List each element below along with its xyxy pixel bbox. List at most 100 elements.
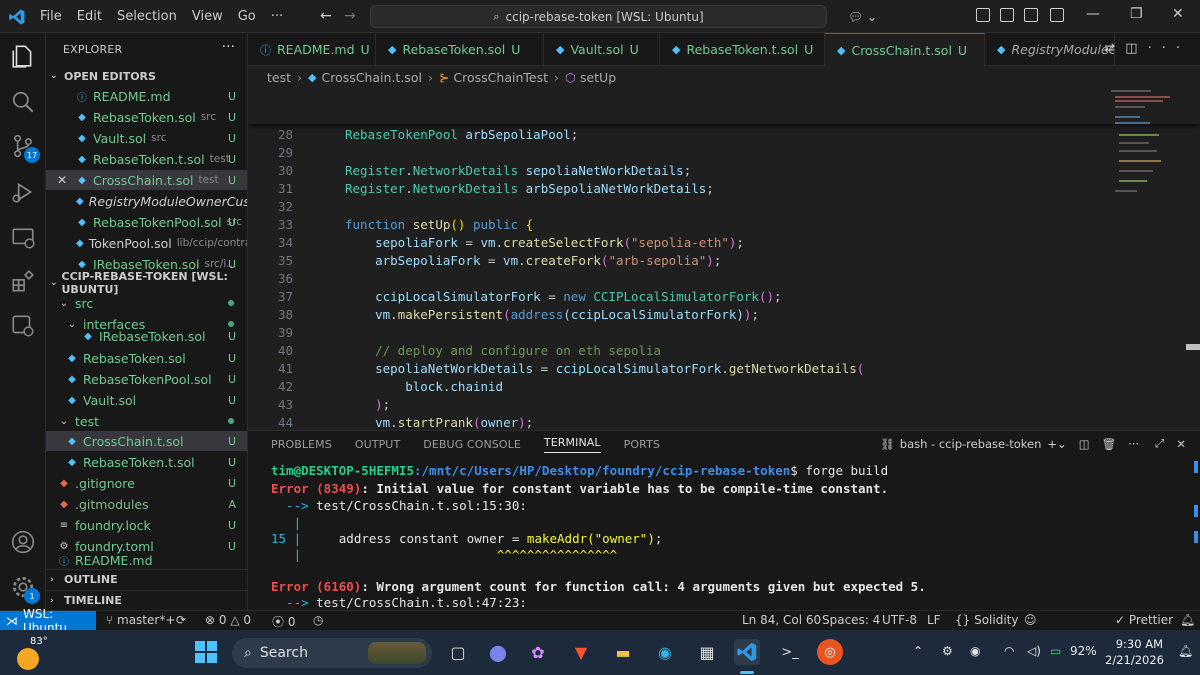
panel-more-icon[interactable]: ··· [1128,437,1139,451]
tab-problems[interactable]: PROBLEMS [271,438,332,451]
open-editor-item[interactable]: ◆ RebaseTokenPool.sol src U [46,212,247,232]
folder-test[interactable]: ⌄ test [46,411,247,431]
open-editor-item[interactable]: ◆ TokenPool.sol lib/ccip/contra... [46,233,247,253]
toggle-sidebar-icon[interactable] [976,8,990,22]
tree-file[interactable]: ⚙ foundry.toml U [46,536,247,556]
close-panel-icon[interactable]: ✕ [1176,437,1186,451]
clock-icon[interactable]: ◷ [313,613,323,627]
ubuntu-app-icon[interactable]: ◎ [817,639,843,665]
tab-crosschain-active[interactable]: ◆ CrossChain.t.sol U [825,33,985,66]
remote-explorer-icon[interactable] [10,225,36,251]
notification-center-icon[interactable]: 🔔︎ [1178,644,1193,658]
tree-file[interactable]: ◆ RebaseToken.sol U [46,348,247,368]
tree-file[interactable]: ◆ RebaseToken.t.sol U [46,452,247,472]
open-editor-item[interactable]: ◆ RebaseToken.sol src U [46,107,247,127]
tab-debug-console[interactable]: DEBUG CONSOLE [423,438,521,451]
tab-registry[interactable]: ◆ RegistryModuleOwne [985,33,1115,66]
tree-file[interactable]: ◆ Vault.sol U [46,390,247,410]
close-window-icon[interactable]: ✕ [1172,6,1184,22]
file-explorer-icon[interactable]: ▬ [610,639,636,665]
forward-arrow-icon[interactable]: → [344,8,356,24]
copilot-app-icon[interactable]: ✿ [525,639,551,665]
tree-file[interactable]: ≡ foundry.lock U [46,515,247,535]
edge-browser-icon[interactable]: ◉ [652,639,678,665]
open-editor-item[interactable]: ⓘ README.md U [46,86,247,106]
menu-view[interactable]: View [192,9,223,24]
brave-browser-icon[interactable]: ▼ [568,639,594,665]
tab-rebasetoken[interactable]: ◆ RebaseToken.sol U [376,33,544,66]
remote-indicator[interactable]: ⋊ WSL: Ubuntu [0,607,96,635]
sync-icon[interactable]: ⟳ [176,613,186,627]
tab-ports[interactable]: PORTS [624,438,660,451]
open-editor-item-active[interactable]: ✕ ◆ CrossChain.t.sol test U [46,170,247,190]
open-editor-item[interactable]: ◆ RegistryModuleOwnerCusto... [46,191,247,211]
indentation[interactable]: Spaces: 4 [822,613,880,627]
command-center[interactable]: ⌕ ccip-rebase-token [WSL: Ubuntu] [370,5,827,28]
tab-vault[interactable]: ◆ Vault.sol U [544,33,660,66]
menu-file[interactable]: File [40,9,62,24]
open-editor-item[interactable]: ◆ RebaseToken.t.sol test U [46,149,247,169]
encoding[interactable]: UTF-8 [882,613,917,627]
outline-header[interactable]: › OUTLINE [46,569,247,589]
menu-selection[interactable]: Selection [117,9,177,24]
back-arrow-icon[interactable]: ← [320,8,332,24]
close-editor-icon[interactable]: ✕ [56,173,68,187]
volume-icon[interactable]: ◁) [1027,644,1041,658]
tray-app-icon[interactable]: ⚙ [942,644,953,658]
split-terminal-icon[interactable]: ◫ [1079,437,1090,451]
git-branch[interactable]: ⑂ master*+ [106,613,175,627]
tray-vpn-icon[interactable]: ◉ [970,644,980,658]
problems-indicator[interactable]: ⊗ 0 △ 0 [205,613,251,627]
editor-scrollbar[interactable] [1186,88,1200,430]
wifi-icon[interactable]: ◠ [1004,644,1014,658]
editor-actions[interactable]: ⇄◫··· [1104,41,1190,56]
teams-icon[interactable]: ⬤ [485,639,511,665]
task-view-icon[interactable]: ▢ [445,639,471,665]
folder-src[interactable]: ⌄ src [46,293,247,313]
maximize-panel-icon[interactable]: ⤢ [1155,436,1164,451]
search-activity-icon[interactable] [10,89,36,115]
battery-icon[interactable]: ▭ [1050,644,1061,658]
extensions-icon[interactable] [10,269,36,295]
compare-icon[interactable]: ⇄ [1104,41,1125,56]
tab-output[interactable]: OUTPUT [355,438,400,451]
tree-file[interactable]: ⓘ README.md [46,554,247,566]
customize-layout-icon[interactable] [1050,8,1064,22]
cursor-position[interactable]: Ln 84, Col 60 [742,613,821,627]
ports-indicator[interactable]: ⦿ 0 [272,613,295,630]
run-debug-icon[interactable] [10,179,36,205]
breadcrumb-folder[interactable]: test [267,70,291,85]
accounts-icon[interactable] [10,529,36,555]
copilot-chat-button[interactable]: 💬︎ ⌄ [840,6,885,28]
tree-file[interactable]: ◆ IRebaseToken.sol U [46,329,247,343]
tab-readme[interactable]: ⓘ README.md U [248,33,376,66]
breadcrumb-function[interactable]: setUp [580,70,616,85]
tab-rebasetoken-t[interactable]: ◆ RebaseToken.t.sol U [660,33,825,66]
tree-file[interactable]: ◆ RebaseTokenPool.sol U [46,369,247,389]
breadcrumb-file[interactable]: CrossChain.t.sol [321,70,421,85]
windows-start-icon[interactable] [194,640,218,664]
line-ending[interactable]: LF [927,613,941,627]
tray-chevron-up-icon[interactable]: ⌃ [913,644,923,658]
open-editor-item[interactable]: ◆ Vault.sol src U [46,128,247,148]
breadcrumb-class[interactable]: CrossChainTest [453,70,548,85]
menu-go[interactable]: Go [238,9,256,24]
copilot-icon[interactable]: ☺ [1024,613,1037,627]
split-editor-icon[interactable]: ◫ [1125,41,1147,56]
tree-file-selected[interactable]: ◆ CrossChain.t.sol U [46,431,247,451]
language-mode[interactable]: {} Solidity [955,613,1018,627]
project-header[interactable]: ⌄ CCIP-REBASE-TOKEN [WSL: UBUNTU] [46,270,247,296]
tree-file[interactable]: ◆ .gitmodules A [46,494,247,514]
vscode-taskbar-icon[interactable] [734,639,760,665]
menu-edit[interactable]: Edit [77,9,102,24]
toggle-secondary-sidebar-icon[interactable] [1024,8,1038,22]
testing-icon[interactable] [10,313,36,339]
terminal-app-icon[interactable]: >_ [777,639,803,665]
weather-widget[interactable]: 83° [14,636,48,670]
minimap[interactable] [1111,88,1186,198]
microsoft-store-icon[interactable]: ▦ [694,639,720,665]
restore-icon[interactable]: ❐ [1130,6,1143,22]
taskbar-search[interactable]: ⌕ Search [232,638,432,668]
more-actions-icon[interactable]: ··· [1148,41,1190,56]
terminal-scrollbar[interactable] [1194,461,1198,601]
